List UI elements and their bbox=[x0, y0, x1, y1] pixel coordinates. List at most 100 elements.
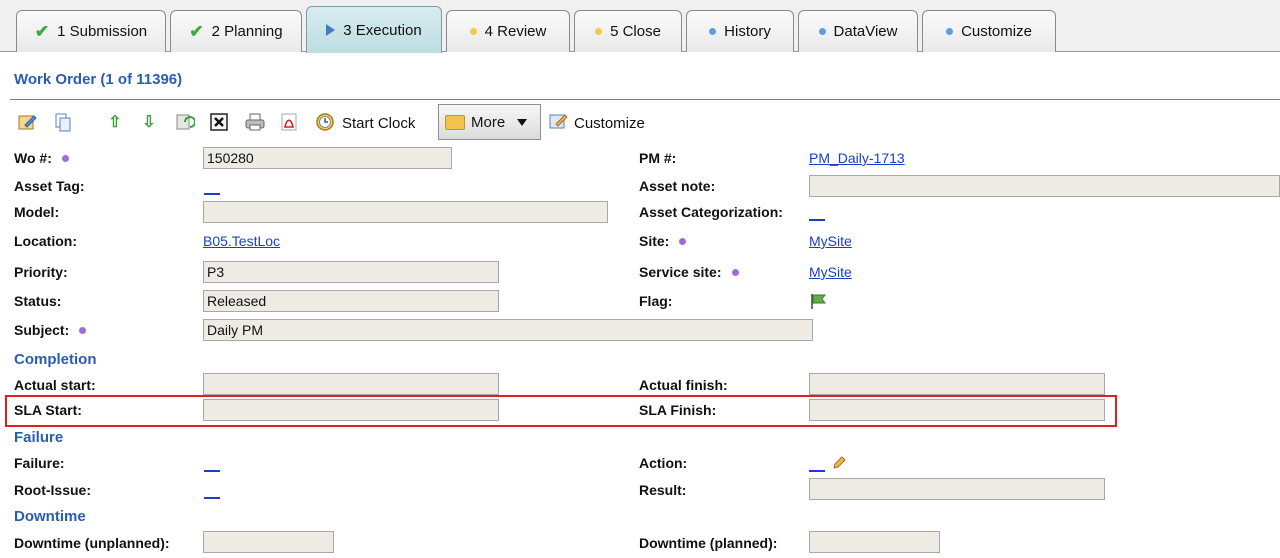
tab-label: 5 Close bbox=[610, 23, 661, 40]
sla-start-label: SLA Start: bbox=[14, 402, 82, 418]
check-icon: ✔ bbox=[34, 22, 50, 41]
sla-start-field[interactable] bbox=[203, 399, 499, 421]
refresh-icon[interactable] bbox=[174, 111, 196, 133]
tab-planning[interactable]: ✔ 2 Planning bbox=[170, 10, 302, 52]
asset-tag-link[interactable] bbox=[204, 193, 220, 195]
priority-field[interactable]: P3 bbox=[203, 261, 499, 283]
clock-icon bbox=[314, 110, 336, 136]
check-icon: ✔ bbox=[189, 22, 204, 41]
pencil-icon[interactable] bbox=[831, 455, 847, 474]
start-clock-label: Start Clock bbox=[342, 114, 416, 132]
customize-icon bbox=[548, 111, 568, 135]
asset-note-field[interactable] bbox=[809, 175, 1280, 197]
site-link[interactable]: MySite bbox=[809, 233, 852, 249]
arrow-up-icon[interactable]: ⇧ bbox=[104, 111, 126, 133]
model-field[interactable] bbox=[203, 201, 608, 223]
action-link[interactable] bbox=[809, 470, 825, 472]
service-site-link[interactable]: MySite bbox=[809, 264, 852, 280]
required-dot-icon bbox=[679, 237, 687, 245]
sla-finish-field[interactable] bbox=[809, 399, 1105, 421]
service-site-label: Service site: bbox=[639, 264, 739, 280]
tab-close[interactable]: 5 Close bbox=[574, 10, 682, 52]
dot-icon bbox=[818, 28, 826, 35]
root-issue-link[interactable] bbox=[204, 497, 220, 499]
subject-label: Subject: bbox=[14, 322, 87, 338]
action-label: Action: bbox=[639, 455, 688, 471]
status-label: Status: bbox=[14, 293, 62, 309]
asset-tag-label: Asset Tag: bbox=[14, 178, 85, 194]
model-label: Model: bbox=[14, 204, 60, 220]
more-button[interactable]: More bbox=[438, 104, 541, 140]
failure-section-title: Failure bbox=[14, 429, 64, 446]
asset-categorization-link[interactable] bbox=[809, 219, 825, 221]
root-issue-label: Root-Issue: bbox=[14, 482, 91, 498]
tab-label: 3 Execution bbox=[343, 21, 422, 39]
customize-button[interactable]: Customize bbox=[548, 108, 645, 138]
chevron-down-icon bbox=[517, 118, 528, 126]
failure-label: Failure: bbox=[14, 455, 65, 471]
asset-categorization-label: Asset Categorization: bbox=[639, 204, 783, 220]
tab-label: Customize bbox=[961, 23, 1032, 40]
priority-label: Priority: bbox=[14, 264, 68, 280]
failure-link[interactable] bbox=[204, 470, 220, 472]
downtime-planned-field[interactable] bbox=[809, 531, 940, 553]
asset-note-label: Asset note: bbox=[639, 178, 716, 194]
edit-icon[interactable] bbox=[16, 111, 38, 133]
more-label: More bbox=[471, 113, 506, 131]
tab-execution[interactable]: 3 Execution bbox=[306, 6, 442, 53]
site-label: Site: bbox=[639, 233, 687, 249]
tab-review[interactable]: 4 Review bbox=[446, 10, 570, 52]
flag-icon[interactable] bbox=[809, 292, 829, 313]
folder-icon bbox=[445, 114, 465, 130]
actual-finish-label: Actual finish: bbox=[639, 377, 728, 393]
delete-icon[interactable] bbox=[208, 111, 230, 133]
result-field[interactable] bbox=[809, 478, 1105, 500]
wo-number-field[interactable]: 150280 bbox=[203, 147, 452, 169]
required-dot-icon bbox=[731, 268, 739, 276]
actual-finish-field[interactable] bbox=[809, 373, 1105, 395]
page-title: Work Order (1 of 11396) bbox=[14, 71, 183, 88]
pm-link[interactable]: PM_Daily-1713 bbox=[809, 150, 905, 166]
title-divider bbox=[10, 99, 1280, 100]
tab-customize[interactable]: Customize bbox=[922, 10, 1056, 52]
play-icon bbox=[326, 24, 336, 36]
pm-label: PM #: bbox=[639, 150, 677, 166]
tab-label: 2 Planning bbox=[211, 23, 283, 40]
pdf-icon[interactable] bbox=[278, 111, 300, 133]
toolbar: ⇧ ⇩ Start Clock More Customize bbox=[10, 104, 660, 140]
dot-icon bbox=[709, 28, 717, 35]
tab-label: 1 Submission bbox=[57, 23, 148, 40]
sla-finish-label: SLA Finish: bbox=[639, 402, 717, 418]
print-icon[interactable] bbox=[244, 111, 266, 133]
required-dot-icon bbox=[79, 326, 87, 334]
actual-start-field[interactable] bbox=[203, 373, 499, 395]
result-label: Result: bbox=[639, 482, 687, 498]
completion-section-title: Completion bbox=[14, 351, 97, 368]
dot-icon bbox=[469, 28, 477, 35]
required-dot-icon bbox=[61, 154, 69, 162]
location-label: Location: bbox=[14, 233, 77, 249]
dot-icon bbox=[946, 28, 954, 35]
status-field[interactable]: Released bbox=[203, 290, 499, 312]
location-link[interactable]: B05.TestLoc bbox=[203, 233, 280, 249]
wo-label: Wo #: bbox=[14, 150, 69, 166]
arrow-down-icon[interactable]: ⇩ bbox=[138, 111, 160, 133]
tab-history[interactable]: History bbox=[686, 10, 794, 52]
dot-icon bbox=[595, 28, 603, 35]
downtime-unplanned-label: Downtime (unplanned): bbox=[14, 535, 170, 551]
customize-label: Customize bbox=[574, 114, 645, 132]
tab-label: DataView bbox=[833, 23, 898, 40]
downtime-section-title: Downtime bbox=[14, 508, 86, 525]
tab-label: History bbox=[724, 23, 771, 40]
subject-field[interactable]: Daily PM bbox=[203, 319, 813, 341]
tab-submission[interactable]: ✔ 1 Submission bbox=[16, 10, 166, 52]
actual-start-label: Actual start: bbox=[14, 377, 96, 393]
tab-bar: ✔ 1 Submission ✔ 2 Planning 3 Execution … bbox=[0, 0, 1280, 53]
start-clock-button[interactable]: Start Clock bbox=[314, 108, 415, 138]
downtime-unplanned-field[interactable] bbox=[203, 531, 334, 553]
downtime-planned-label: Downtime (planned): bbox=[639, 535, 778, 551]
tab-dataview[interactable]: DataView bbox=[798, 10, 918, 52]
flag-label: Flag: bbox=[639, 293, 673, 309]
copy-icon[interactable] bbox=[52, 111, 74, 133]
tab-label: 4 Review bbox=[484, 23, 547, 40]
